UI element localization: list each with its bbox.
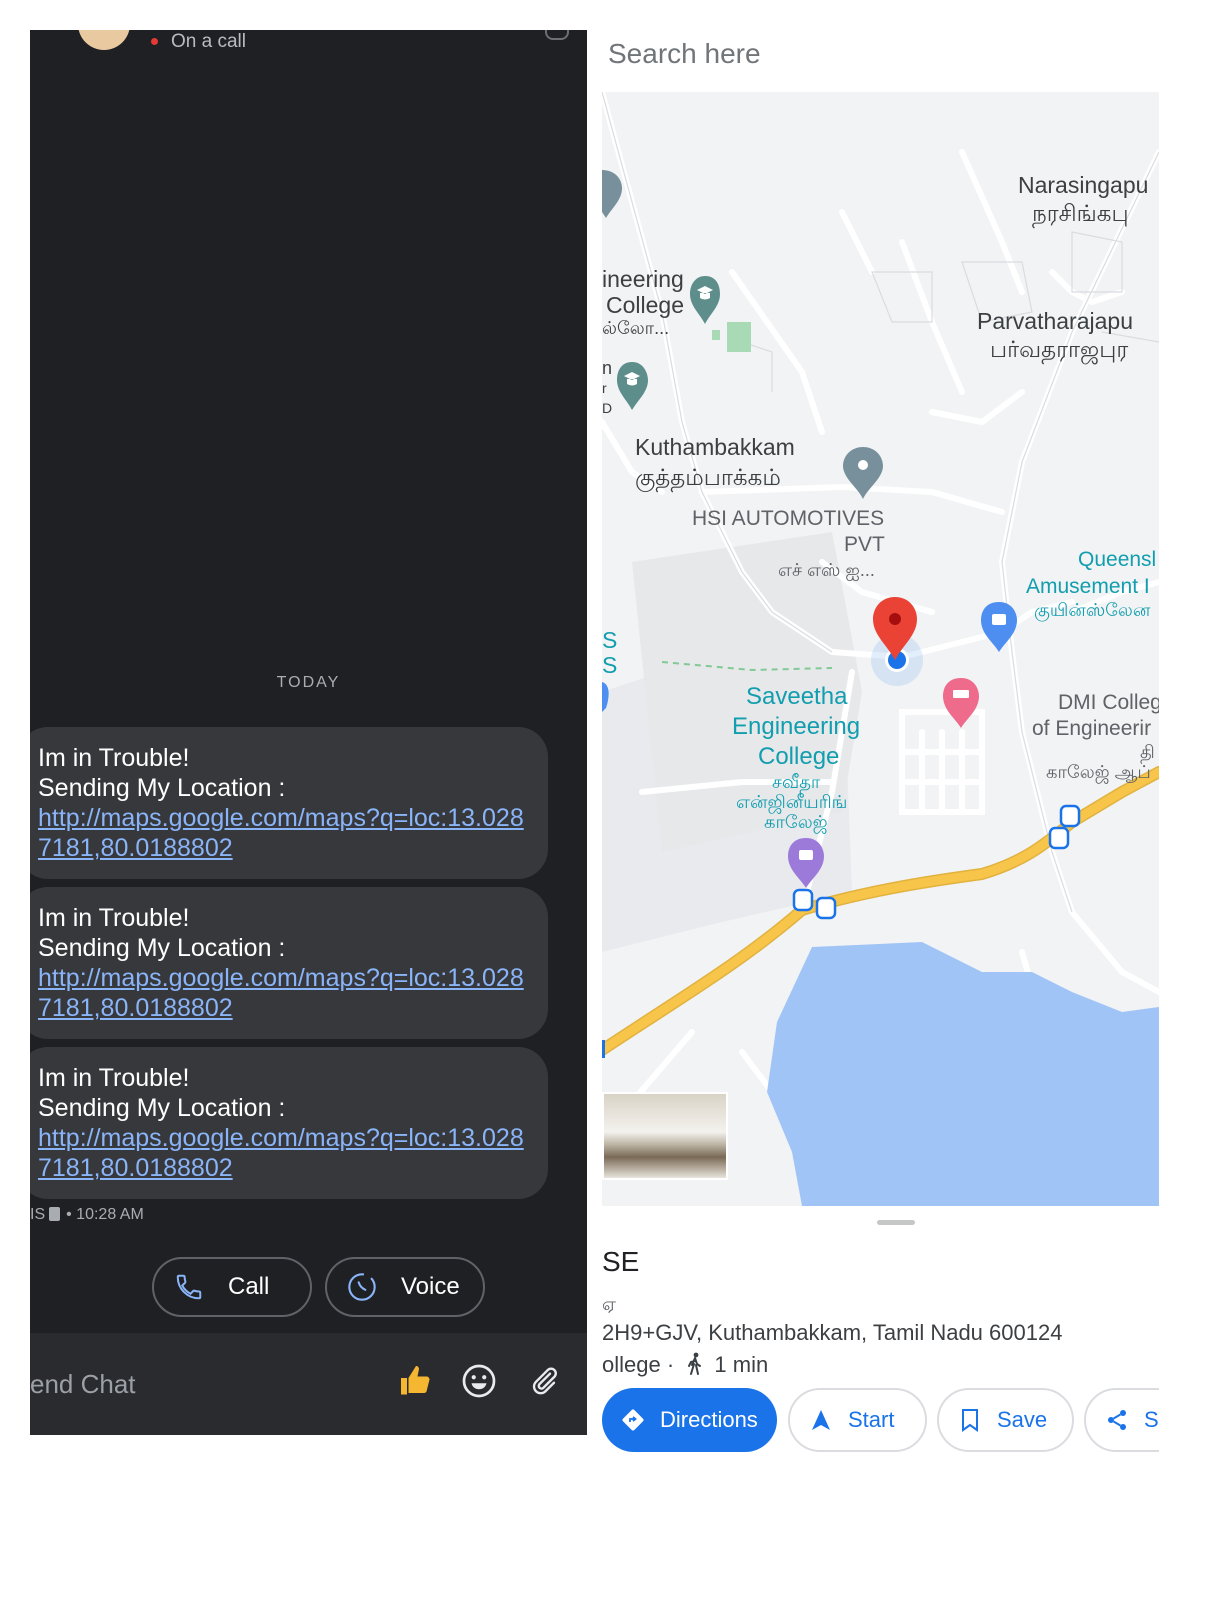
- message-text: Im in Trouble!: [38, 744, 190, 772]
- place-address: 2H9+GJV, Kuthambakkam, Tamil Nadu 600124: [602, 1320, 1063, 1345]
- walk-time: 1 min: [714, 1352, 769, 1377]
- voice-icon: [345, 1270, 379, 1304]
- directions-icon: [620, 1407, 646, 1433]
- map-label: பர்வதராஜபுர: [990, 336, 1129, 362]
- map-label: r: [602, 380, 607, 396]
- map-label: நரசிங்கபு: [1032, 200, 1129, 226]
- bookmark-icon: [957, 1407, 983, 1433]
- map-label: S: [602, 627, 618, 653]
- place-title: SE: [602, 1246, 640, 1277]
- avatar[interactable]: [78, 30, 130, 50]
- map-view[interactable]: Narasingapu நரசிங்கபு ineering College ல…: [602, 92, 1159, 1206]
- location-link[interactable]: http://maps.google.com/maps?q=loc:13.028…: [38, 963, 528, 1023]
- map-label: Parvatharajapu: [977, 308, 1133, 334]
- search-input[interactable]: Search here: [608, 38, 761, 70]
- message-meta: IS • 10:28 AM: [30, 1206, 144, 1224]
- start-button[interactable]: Start: [788, 1388, 927, 1452]
- directions-label: Directions: [660, 1407, 758, 1432]
- sim-icon: [49, 1207, 61, 1221]
- emoji-icon[interactable]: [459, 1361, 499, 1401]
- map-label: ineering: [602, 266, 684, 292]
- map-label: குத்தம்பாக்கம்: [635, 464, 781, 490]
- map-label: of Engineerir: [1032, 717, 1152, 740]
- walking-icon: [686, 1352, 704, 1382]
- map-label: என்ஜினீயரிங்: [736, 792, 848, 812]
- thumbs-up-icon[interactable]: [396, 1361, 436, 1401]
- message-text: Im in Trouble!: [38, 1064, 190, 1092]
- map-label: HSI AUTOMOTIVES: [692, 507, 885, 530]
- map-label: Amusement I: [1026, 575, 1150, 598]
- call-button[interactable]: Call: [152, 1257, 312, 1317]
- map-label: College: [758, 743, 840, 770]
- message-text: Sending My Location :: [38, 934, 286, 962]
- message-text: Sending My Location :: [38, 774, 286, 802]
- message-composer: end Chat: [30, 1333, 587, 1435]
- share-icon: [1104, 1407, 1130, 1433]
- map-label: College: [606, 292, 684, 318]
- voice-button[interactable]: Voice: [325, 1257, 485, 1317]
- navigation-arrow-icon: [808, 1407, 834, 1433]
- maps-app: Search here Narasingapu நரசிங்கபு ineeri…: [602, 30, 1159, 1470]
- location-link[interactable]: http://maps.google.com/maps?q=loc:13.028…: [38, 1123, 528, 1183]
- phone-icon: [172, 1270, 206, 1304]
- place-category-text: ollege ·: [602, 1352, 675, 1377]
- attach-icon[interactable]: [524, 1361, 564, 1401]
- message-timestamp: • 10:28 AM: [66, 1206, 144, 1223]
- sms-label: IS: [30, 1206, 46, 1223]
- map-label: S: [602, 652, 618, 678]
- call-status-text: On a call: [171, 31, 246, 52]
- voice-button-label: Voice: [401, 1273, 460, 1300]
- map-label: ல்லோ...: [602, 318, 670, 338]
- message-bubble[interactable]: Im in Trouble! Sending My Location : htt…: [30, 887, 548, 1039]
- bottom-sheet-handle[interactable]: [877, 1220, 915, 1225]
- map-label: குயின்ஸ்லேன: [1034, 600, 1151, 620]
- map-label: D: [602, 400, 613, 416]
- save-button[interactable]: Save: [937, 1388, 1074, 1452]
- map-label: PVT: [844, 533, 885, 556]
- message-text: Sending My Location :: [38, 1094, 286, 1122]
- map-label: n: [602, 358, 613, 378]
- messaging-app: On a call TODAY Im in Trouble! Sending M…: [30, 30, 587, 1435]
- map-label: சவீதா: [772, 772, 821, 792]
- share-button[interactable]: SI: [1084, 1388, 1159, 1452]
- map-canvas: [602, 92, 1159, 1206]
- map-label: DMI Colleg: [1058, 691, 1159, 714]
- place-category: ollege · 1 min: [602, 1352, 768, 1382]
- message-text: Im in Trouble!: [38, 904, 190, 932]
- header-action-icon[interactable]: [545, 30, 569, 40]
- place-photo-thumbnail[interactable]: [602, 1092, 728, 1180]
- location-link[interactable]: http://maps.google.com/maps?q=loc:13.028…: [38, 803, 528, 863]
- day-divider: TODAY: [276, 674, 341, 691]
- map-label: Kuthambakkam: [635, 434, 795, 460]
- call-status-dot: [151, 38, 158, 45]
- message-bubble[interactable]: Im in Trouble! Sending My Location : htt…: [30, 727, 548, 879]
- start-label: Start: [848, 1407, 895, 1432]
- directions-button[interactable]: Directions: [602, 1388, 777, 1452]
- share-label: SI: [1144, 1407, 1159, 1432]
- chat-header: On a call: [30, 30, 587, 58]
- place-subtitle: ஏ: [602, 1294, 617, 1314]
- map-label: Queensl: [1078, 548, 1157, 571]
- message-bubble[interactable]: Im in Trouble! Sending My Location : htt…: [30, 1047, 548, 1199]
- map-label: Saveetha: [746, 683, 848, 710]
- call-button-label: Call: [228, 1273, 270, 1300]
- message-input[interactable]: end Chat: [30, 1369, 136, 1400]
- map-label: எச் எஸ் ஐ...: [778, 560, 875, 580]
- map-label: Engineering: [732, 713, 861, 740]
- map-label: காலேஜ் ஆப்: [1046, 762, 1151, 782]
- map-label: Narasingapu: [1018, 172, 1149, 198]
- map-label: தி: [1140, 742, 1155, 762]
- save-label: Save: [997, 1407, 1048, 1432]
- map-label: காலேஜ்: [764, 812, 828, 832]
